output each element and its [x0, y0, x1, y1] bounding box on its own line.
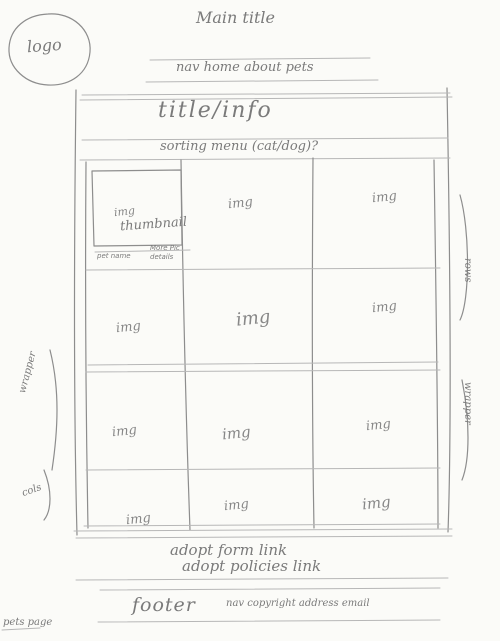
pet-name-label: pet name	[97, 252, 131, 260]
grid-cell-img: img	[234, 306, 272, 331]
grid-cell-img: img	[111, 422, 138, 441]
logo: logo	[26, 34, 63, 57]
grid-cell-img: img	[361, 492, 392, 514]
footer-details: nav copyright address email	[226, 598, 370, 609]
grid-cell-img: img	[227, 194, 254, 213]
wrapper-right-line	[446, 87, 451, 533]
adopt-form-link[interactable]: adopt form link	[170, 543, 287, 558]
title-info: title/info	[158, 98, 273, 123]
footer-label: footer	[132, 594, 196, 616]
grid-col-line-4	[433, 159, 439, 529]
thumbnail-img-label: img	[113, 203, 136, 220]
grid-col-line-3	[311, 157, 315, 529]
nav-bar: nav home about pets	[176, 60, 314, 75]
grid-cell-img: img	[221, 422, 252, 444]
grid-cell-img: img	[365, 416, 392, 435]
page-label: pets page	[3, 617, 53, 628]
adopt-policies-link[interactable]: adopt policies link	[182, 559, 321, 574]
wrapper-left-line	[74, 89, 78, 536]
sorting-menu: sorting menu (cat/dog)?	[160, 139, 319, 154]
main-title: Main title	[196, 8, 275, 27]
grid-col-line-1	[85, 161, 89, 529]
grid-cell-img: img	[371, 298, 398, 317]
margin-note-wrapper-right: wrapper	[462, 382, 473, 425]
grid-cell-img: img	[223, 496, 250, 515]
grid-cell-img: img	[125, 510, 152, 529]
pet-details-label: More Pic details	[150, 244, 180, 261]
grid-cell-img: img	[371, 188, 398, 207]
margin-note-rows: rows	[462, 258, 473, 283]
wireframe-sketch: logo Main title nav home about pets titl…	[0, 0, 500, 641]
grid-cell-img: img	[115, 318, 142, 337]
